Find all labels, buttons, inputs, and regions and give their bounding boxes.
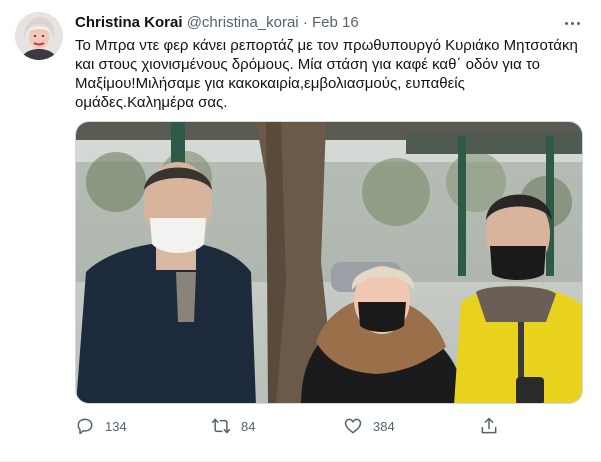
attached-photo[interactable] [75, 121, 583, 404]
tweet-actions: 134 84 384 [75, 414, 583, 438]
heart-icon [344, 418, 362, 434]
user-handle[interactable]: @christina_korai [187, 14, 299, 31]
display-name[interactable]: Christina Korai [75, 14, 183, 31]
tweet-header: Christina Korai @christina_korai · Feb 1… [75, 13, 581, 33]
more-horizontal-icon[interactable] [561, 13, 583, 33]
reply-icon [77, 418, 93, 435]
reply-count: 134 [105, 418, 127, 434]
like-count: 384 [373, 418, 395, 434]
tweet-date[interactable]: Feb 16 [312, 14, 359, 31]
avatar[interactable] [15, 12, 63, 60]
retweet-count: 84 [241, 418, 256, 434]
share-icon [481, 417, 497, 434]
retweet-button[interactable]: 84 [211, 414, 255, 438]
reply-button[interactable]: 134 [75, 414, 127, 438]
like-button[interactable]: 384 [343, 414, 395, 438]
retweet-icon [211, 418, 231, 434]
tweet-card[interactable]: Christina Korai @christina_korai · Feb 1… [0, 0, 601, 462]
share-button[interactable] [479, 414, 499, 438]
separator-dot: · [302, 14, 308, 31]
tweet-text: Το Μπρα ντε φερ κάνει ρεπορτάζ με τον πρ… [75, 37, 582, 111]
